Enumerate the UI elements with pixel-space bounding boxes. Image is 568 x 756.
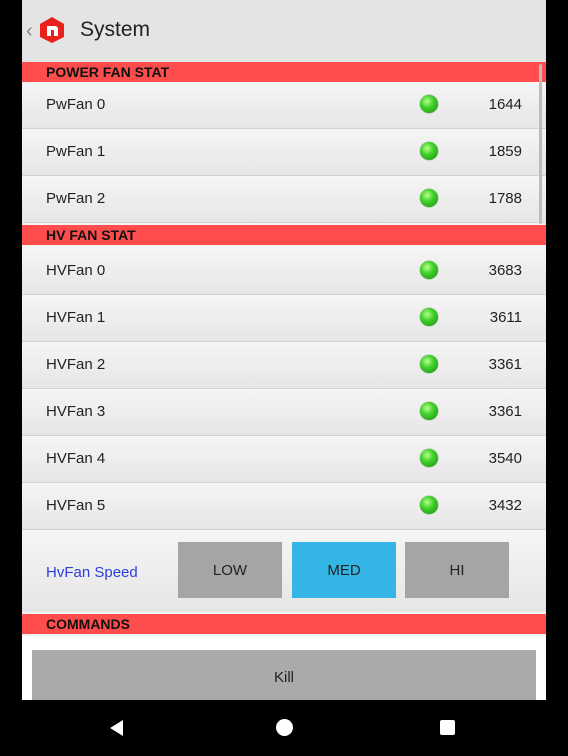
status-led-icon [420,261,438,279]
power-fan-row: PwFan 1 1859 [22,129,546,176]
fan-rpm-value: 3361 [488,356,522,373]
system-nav-bar [0,700,568,756]
app-screen: ‹ System POWER FAN STAT PwFan 0 1644 PwF… [22,0,546,700]
hvfan-speed-row: HvFan Speed LOW MED HI [22,530,546,612]
commands-area: Kill [22,636,546,700]
fan-rpm-value: 3683 [488,262,522,279]
fan-name: PwFan 1 [46,143,106,160]
power-fan-section-header: POWER FAN STAT [22,62,546,82]
nav-recents-icon[interactable] [440,720,455,735]
speed-hi-button[interactable]: HI [405,542,509,598]
hv-fan-row: HVFan 3 3361 [22,389,546,436]
section-label: POWER FAN STAT [46,64,170,80]
fan-name: PwFan 0 [46,96,106,113]
fan-rpm-value: 1859 [488,143,522,160]
kill-button[interactable]: Kill [32,650,536,700]
app-logo-icon[interactable] [38,16,66,44]
fan-name: PwFan 2 [46,190,106,207]
power-fan-row: PwFan 2 1788 [22,176,546,223]
fan-rpm-value: 3540 [488,450,522,467]
hv-fan-row: HVFan 5 3432 [22,483,546,530]
page-title: System [80,18,151,41]
nav-back-icon[interactable] [110,720,123,736]
status-led-icon [420,449,438,467]
status-led-icon [420,95,438,113]
commands-section-header: COMMANDS [22,614,546,634]
fan-rpm-value: 3611 [489,309,522,326]
speed-med-button[interactable]: MED [292,542,396,598]
scrollbar[interactable] [539,64,542,224]
fan-name: HVFan 2 [46,356,106,373]
hv-fan-section-header: HV FAN STAT [22,225,546,245]
status-led-icon [420,308,438,326]
speed-low-button[interactable]: LOW [178,542,282,598]
fan-name: HVFan 0 [46,262,106,279]
hvfan-speed-label: HvFan Speed [46,564,138,581]
status-led-icon [420,355,438,373]
hv-fan-row: HVFan 4 3540 [22,436,546,483]
hv-fan-row: HVFan 0 3683 [22,248,546,295]
fan-name: HVFan 5 [46,497,106,514]
fan-rpm-value: 3432 [488,497,522,514]
fan-rpm-value: 1788 [488,190,522,207]
back-chevron-icon[interactable]: ‹ [26,20,33,42]
fan-name: HVFan 1 [46,309,106,326]
app-bar: ‹ System [22,0,546,63]
status-led-icon [420,189,438,207]
fan-rpm-value: 3361 [488,403,522,420]
nav-home-icon[interactable] [276,719,293,736]
hv-fan-row: HVFan 2 3361 [22,342,546,389]
section-label: COMMANDS [46,616,130,632]
fan-name: HVFan 4 [46,450,106,467]
fan-name: HVFan 3 [46,403,106,420]
status-led-icon [420,402,438,420]
power-fan-row: PwFan 0 1644 [22,82,546,129]
fan-rpm-value: 1644 [488,96,522,113]
hv-fan-row: HVFan 1 3611 [22,295,546,342]
section-label: HV FAN STAT [46,227,136,243]
status-led-icon [420,496,438,514]
status-led-icon [420,142,438,160]
